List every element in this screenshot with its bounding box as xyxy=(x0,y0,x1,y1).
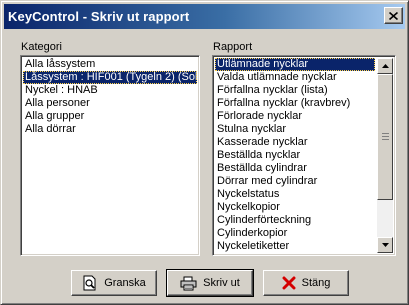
close-icon xyxy=(389,11,398,20)
title-bar[interactable]: KeyControl - Skriv ut rapport xyxy=(4,4,405,29)
kategori-list-item[interactable]: Alla grupper xyxy=(23,110,197,123)
kategori-list-item[interactable]: Alla dörrar xyxy=(23,123,197,136)
kategori-list-item[interactable]: Alla personer xyxy=(23,97,197,110)
rapport-list-item[interactable]: Beställda nycklar xyxy=(215,149,375,162)
rapport-list-item[interactable]: Nyckeletiketter xyxy=(215,240,375,253)
rapport-list-item[interactable]: Dörrar med cylindrar xyxy=(215,175,375,188)
rapport-list-item[interactable]: Kasserade nycklar xyxy=(215,136,375,149)
print-button[interactable]: Skriv ut xyxy=(166,269,254,297)
close-button[interactable] xyxy=(384,7,403,24)
preview-button[interactable]: Granska xyxy=(71,270,157,296)
rapport-list-item[interactable]: Stulna nycklar xyxy=(215,123,375,136)
rapport-list-item[interactable]: Cylinderförteckning xyxy=(215,214,375,227)
rapport-list-item[interactable]: Cylinderkopior xyxy=(215,227,375,240)
close-dialog-button[interactable]: Stäng xyxy=(263,270,349,296)
kategori-label: Kategori xyxy=(21,41,62,53)
rapport-list-item[interactable]: Nyckelkopior xyxy=(215,201,375,214)
close-dialog-button-label: Stäng xyxy=(301,277,331,289)
kategori-list-item[interactable]: Alla låssystem xyxy=(23,58,197,71)
rapport-list-item[interactable]: Förfallna nycklar (kravbrev) xyxy=(215,97,375,110)
magnifier-document-icon xyxy=(83,275,96,291)
rapport-list-item[interactable]: Förlorade nycklar xyxy=(215,110,375,123)
print-report-dialog: KeyControl - Skriv ut rapport Kategori A… xyxy=(0,0,409,305)
scroll-up-arrow-icon xyxy=(381,64,389,68)
printer-icon xyxy=(180,276,197,290)
scroll-up-button[interactable] xyxy=(377,58,393,74)
rapport-label: Rapport xyxy=(213,41,253,53)
window-title: KeyControl - Skriv ut rapport xyxy=(8,9,190,24)
preview-button-label: Granska xyxy=(104,277,146,289)
rapport-list-item[interactable]: Valda utlämnade nycklar xyxy=(215,71,375,84)
rapport-list-item[interactable]: Beställda cylindrar xyxy=(215,162,375,175)
kategori-list-item[interactable]: Nyckel : HNAB xyxy=(23,84,197,97)
kategori-list-item[interactable]: Låssystem : HIF001 (Tygeln 2) (Solna) xyxy=(23,71,197,84)
scroll-down-arrow-icon xyxy=(381,243,389,247)
rapport-list-item[interactable]: Förfallna nycklar (lista) xyxy=(215,84,375,97)
print-button-label: Skriv ut xyxy=(203,277,240,289)
rapport-listbox[interactable]: Utlämnade nycklar Valda utlämnade nycklar… xyxy=(212,55,396,256)
scroll-thumb[interactable] xyxy=(377,74,393,200)
rapport-list-item[interactable]: Nyckelstatus xyxy=(215,188,375,201)
kategori-listbox[interactable]: Alla låssystem Låssystem : HIF001 (Tygeln… xyxy=(20,55,200,256)
rapport-list-item[interactable]: Utlämnade nycklar xyxy=(215,58,375,71)
red-x-icon xyxy=(282,276,296,290)
scroll-down-button[interactable] xyxy=(377,237,393,253)
rapport-scrollbar[interactable] xyxy=(377,58,393,253)
